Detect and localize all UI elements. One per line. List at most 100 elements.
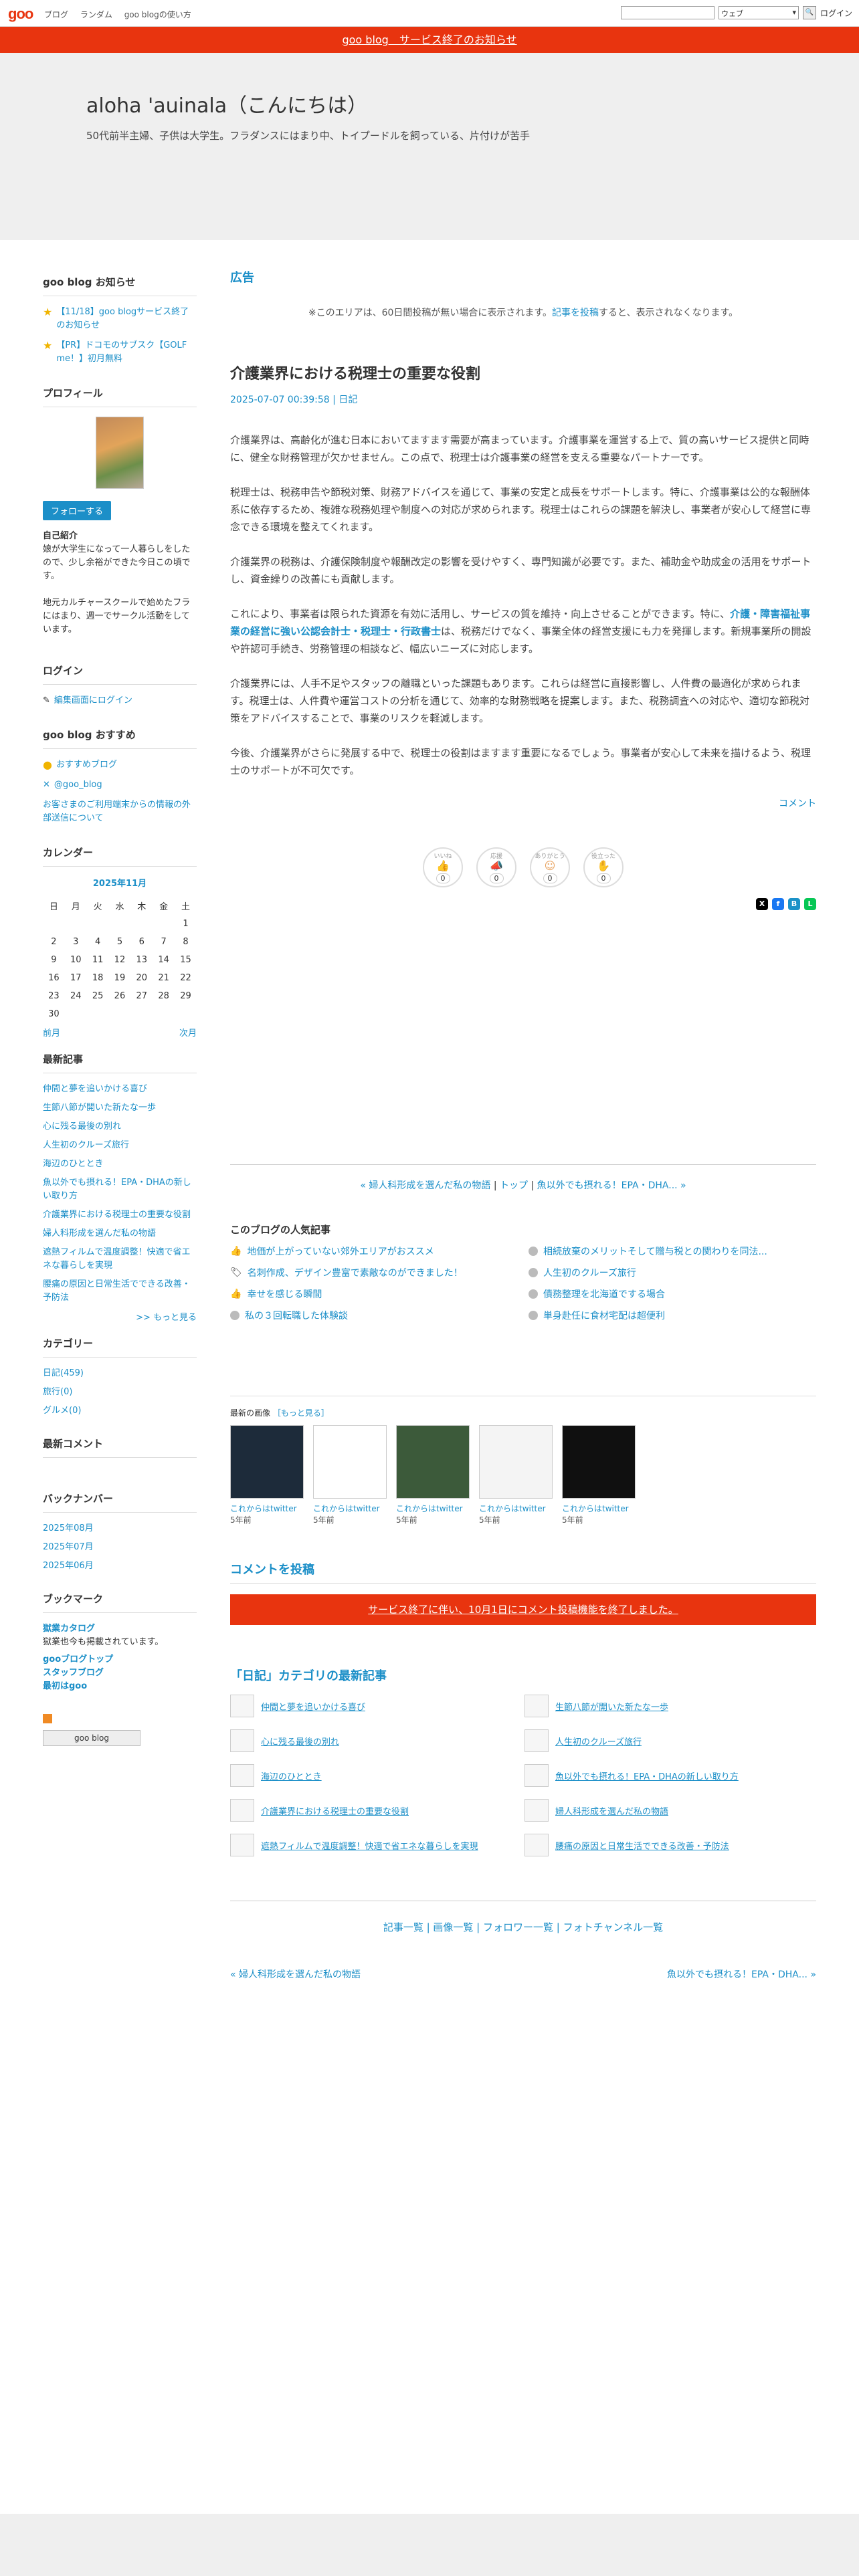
avatar[interactable] [96,417,144,489]
recent-post-link[interactable]: 腰痛の原因と日常生活でできる改善・予防法 [43,1278,197,1305]
image-thumb[interactable]: これからはtwitter 5年前 [230,1425,304,1525]
x-share-icon[interactable]: X [756,898,768,910]
recent-post-link[interactable]: 遮熱フィルムで温度調整！快適で省エネな暮らしを実現 [43,1246,197,1273]
recent-post-link[interactable]: 心に残る最後の別れ [43,1120,197,1134]
recent-post-link[interactable]: 生節八節が開いた新たな一歩 [43,1101,197,1115]
category-heading: カテゴリー [43,1323,197,1358]
images-more-link[interactable]: ［もっと見る］ [273,1408,329,1418]
reaction-helpful[interactable]: 役立った ✋ 0 [583,847,624,887]
bottom-next-link[interactable]: 魚以外でも摂れる！EPA・DHA... » [667,1967,816,1981]
calendar-day: 12 [114,955,126,965]
backnumber-item[interactable]: 2025年08月 [43,1522,197,1535]
image-thumb[interactable]: これからはtwitter 5年前 [479,1425,553,1525]
reaction-thanks[interactable]: ありがとう ☺ 0 [530,847,570,887]
bookmark-link[interactable]: gooブログトップ [43,1653,197,1667]
comment-link[interactable]: コメント [779,798,816,809]
popular-post-link[interactable]: 私の３回転職した体験談 [245,1309,348,1322]
recent-post-link[interactable]: 介護業界における税理士の重要な役割 [43,1208,197,1222]
category-post-link[interactable]: 婦人科形成を選んだ私の物語 [555,1804,668,1817]
recommend-blog-link[interactable]: おすすめブログ [56,758,117,772]
image-title-link[interactable]: これからはtwitter [396,1503,470,1514]
search-input[interactable] [620,6,714,19]
backnumber-item[interactable]: 2025年06月 [43,1560,197,1573]
twitter-link[interactable]: @goo_blog [54,778,102,792]
recent-post-link[interactable]: 海辺のひととき [43,1158,197,1171]
popular-post-link[interactable]: 名刺作成、デザイン豊富で素敵なのができました！ [248,1266,463,1279]
category-item[interactable]: グルメ(0) [43,1404,197,1418]
category-post-item: 心に残る最後の別れ [230,1729,524,1752]
rss-icon[interactable] [43,1713,197,1726]
search-type-select[interactable]: ウェブ ▾ [718,6,799,19]
reaction-like[interactable]: いいね 👍 0 [423,847,463,887]
document-icon [230,1695,254,1717]
recent-post-link[interactable]: 人生初のクルーズ旅行 [43,1139,197,1152]
editor-login-link[interactable]: 編集画面にログイン [54,694,132,708]
category-post-link[interactable]: 海辺のひととき [261,1769,322,1782]
goo-blog-badge[interactable]: goo blog [43,1730,140,1746]
post-category[interactable]: 日記 [339,395,357,405]
image-title-link[interactable]: これからはtwitter [479,1503,553,1514]
popular-post-link[interactable]: 地価が上がっていない郊外エリアがおススメ [247,1245,434,1258]
backnumber-item[interactable]: 2025年07月 [43,1541,197,1554]
top-link-howto[interactable]: goo blogの使い方 [124,10,191,19]
next-post-link[interactable]: 魚以外でも摂れる！EPA・DHA... » [537,1180,686,1191]
bookmark-link[interactable]: 最初はgoo [43,1680,197,1693]
recent-post-link[interactable]: 仲間と夢を追いかける喜び [43,1083,197,1096]
service-end-notice[interactable]: goo blog サービス終了のお知らせ [0,27,859,53]
post-article-link[interactable]: 記事を投稿 [552,308,599,318]
category-item[interactable]: 日記(459) [43,1367,197,1380]
image-thumb[interactable]: これからはtwitter 5年前 [396,1425,470,1525]
image-thumb[interactable]: これからはtwitter 5年前 [313,1425,387,1525]
calendar-day: 4 [94,937,101,947]
privacy-link[interactable]: お客さまのご利用端末からの情報の外部送信について [43,798,197,825]
category-post-link[interactable]: 人生初のクルーズ旅行 [555,1735,642,1747]
recent-post-link[interactable]: 婦人科形成を選んだ私の物語 [43,1227,197,1241]
hatena-share-icon[interactable]: B [788,898,800,910]
thumbnail-image[interactable] [562,1425,636,1499]
image-title-link[interactable]: これからはtwitter [230,1503,304,1514]
category-post-link[interactable]: 心に残る最後の別れ [261,1735,339,1747]
line-share-icon[interactable]: L [804,898,816,910]
category-post-link[interactable]: 仲間と夢を追いかける喜び [261,1700,365,1713]
post-title[interactable]: 介護業界における税理士の重要な役割 [230,362,816,383]
prev-post-link[interactable]: « 婦人科形成を選んだ私の物語 [360,1180,490,1191]
goo-logo[interactable]: goo [8,5,33,23]
category-post-link[interactable]: 遮熱フィルムで温度調整！快適で省エネな暮らしを実現 [261,1839,478,1852]
thumbnail-image[interactable] [230,1425,304,1499]
category-post-link[interactable]: 介護業界における税理士の重要な役割 [261,1804,409,1817]
image-title-link[interactable]: これからはtwitter [562,1503,636,1514]
popular-post-link[interactable]: 人生初のクルーズ旅行 [543,1266,636,1279]
popular-post-link[interactable]: 幸せを感じる瞬間 [247,1287,322,1301]
search-icon[interactable]: 🔍 [802,6,816,19]
category-post-link[interactable]: 生節八節が開いた新たな一歩 [555,1700,668,1713]
reaction-cheer[interactable]: 応援 📣 0 [476,847,516,887]
blog-title[interactable]: aloha 'auinala（こんにちは） [86,89,367,118]
image-thumb[interactable]: これからはtwitter 5年前 [562,1425,636,1525]
popular-post-link[interactable]: 単身赴任に食材宅配は超便利 [543,1309,665,1322]
next-month-link[interactable]: 次月 [179,1026,197,1039]
top-link-random[interactable]: ランダム [80,10,112,19]
image-title-link[interactable]: これからはtwitter [313,1503,387,1514]
login-link[interactable]: ログイン [820,7,852,19]
popular-post-link[interactable]: 相続放棄のメリットそして贈与税との関わりを同法... [543,1245,767,1258]
comment-closed-notice[interactable]: サービス終了に伴い、10月1日にコメント投稿機能を終了しました。 [230,1594,816,1625]
recent-post-link[interactable]: 魚以外でも摂れる！EPA・DHAの新しい取り方 [43,1176,197,1203]
post-date[interactable]: 2025-07-07 00:39:58 [230,395,330,405]
category-item[interactable]: 旅行(0) [43,1386,197,1399]
category-post-link[interactable]: 腰痛の原因と日常生活でできる改善・予防法 [555,1839,729,1852]
bottom-links[interactable]: 記事一覧 | 画像一覧 | フォロワー一覧 | フォトチャンネル一覧 [230,1901,816,1934]
category-post-link[interactable]: 魚以外でも摂れる！EPA・DHAの新しい取り方 [555,1769,739,1782]
bottom-prev-link[interactable]: « 婦人科形成を選んだ私の物語 [230,1967,361,1981]
thumbnail-image[interactable] [396,1425,470,1499]
follow-button[interactable]: フォローする [43,501,112,520]
thumbnail-image[interactable] [479,1425,553,1499]
bookmark-link[interactable]: 獄業カタログ [43,1622,197,1636]
more-link[interactable]: >> もっと見る [136,1313,197,1323]
prev-month-link[interactable]: 前月 [43,1026,60,1039]
bookmark-link[interactable]: スタッフブログ [43,1667,197,1680]
thumbnail-image[interactable] [313,1425,387,1499]
facebook-share-icon[interactable]: f [772,898,784,910]
top-link-blog[interactable]: ブログ [44,10,68,19]
top-link[interactable]: トップ [500,1180,528,1191]
popular-post-link[interactable]: 債務整理を北海道でする場合 [543,1287,665,1301]
